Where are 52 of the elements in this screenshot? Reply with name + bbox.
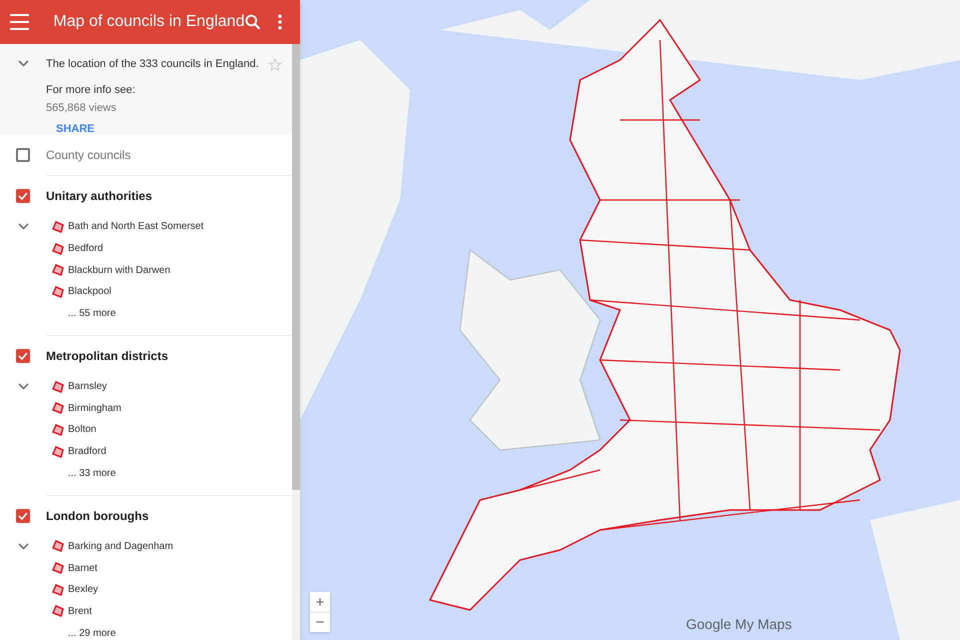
layer-title[interactable]: Metropolitan districts [46,346,168,365]
polygon-icon [52,286,64,298]
polygon-icon [52,264,64,276]
feature-item[interactable]: Barking and Dagenham [68,538,174,554]
map-description: The location of the 333 councils in England. [46,57,260,72]
polygon-icon [52,242,64,255]
chevron-icon[interactable] [18,542,28,550]
more-link[interactable]: ... 33 more [68,466,116,481]
polygon-icon [52,605,64,618]
feature-item[interactable]: Bradford [68,444,106,460]
feature-item[interactable]: Bexley [68,582,98,598]
map-title: Map of councils in England [53,12,245,32]
map-attribution: Google My Maps [686,615,792,634]
feature-item[interactable]: Blackburn with Darwen [68,262,170,278]
polygon-icon [52,402,64,414]
polygon-icon [52,424,64,436]
more-options-icon[interactable] [278,14,282,30]
chevron-icon[interactable] [18,383,28,390]
layer-checkbox[interactable] [16,508,30,522]
polygon-icon [52,446,64,458]
layer-checkbox[interactable] [16,348,30,363]
more-info-text: For more info see: [46,83,136,98]
more-link[interactable]: ... 29 more [68,626,116,640]
zoom-in-button[interactable]: + [310,592,330,612]
polygon-icon [52,562,64,574]
layer-title[interactable]: London boroughs [46,506,149,524]
layer-checkbox[interactable] [16,189,30,203]
more-link[interactable]: ... 55 more [68,306,116,322]
menu-icon[interactable] [10,14,30,30]
zoom-out-button[interactable]: − [310,612,330,632]
view-count: 565,868 views [46,100,118,116]
map-background[interactable]: + − Google My Maps [300,0,960,640]
layer-title[interactable]: County councils [46,146,131,164]
polygon-icon [52,380,64,393]
scrollbar[interactable] [292,44,300,640]
feature-item[interactable]: Barnsley [68,379,107,394]
polygon-icon [52,220,64,233]
star-icon[interactable] [268,58,282,72]
polygon-icon [52,584,64,596]
feature-item[interactable]: Bolton [68,422,96,438]
search-icon[interactable] [244,14,260,30]
layer-title[interactable]: Unitary authorities [46,187,152,205]
layer-checkbox[interactable] [16,148,30,162]
chevron-icon[interactable] [18,223,28,230]
feature-item[interactable]: Barnet [68,560,98,576]
chevron-icon[interactable] [18,60,28,67]
feature-item[interactable]: Blackpool [68,284,112,300]
polygon-icon [52,540,64,552]
feature-item[interactable]: Brent [68,604,92,619]
feature-item[interactable]: Bath and North East Somerset [68,219,204,234]
feature-item[interactable]: Birmingham [68,400,122,416]
feature-item[interactable]: Bedford [68,241,104,256]
